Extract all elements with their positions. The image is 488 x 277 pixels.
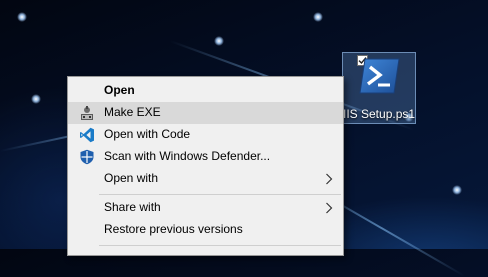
menu-item-label: Scan with Windows Defender... (104, 149, 271, 163)
menu-item-scan-defender[interactable]: Scan with Windows Defender... (68, 146, 343, 168)
make-exe-icon (81, 106, 93, 120)
menu-item-make-exe[interactable]: Make EXE (68, 102, 343, 124)
menu-item-open-with[interactable]: Open with (68, 168, 343, 190)
menu-item-share-with[interactable]: Share with (68, 197, 343, 219)
menu-item-restore-previous-versions[interactable]: Restore previous versions (68, 219, 343, 241)
menu-separator (99, 194, 341, 195)
wallpaper-glow-dot (17, 12, 27, 22)
menu-item-open-with-code[interactable]: Open with Code (68, 124, 343, 146)
powershell-file-icon (359, 58, 400, 94)
menu-item-label: Open with (104, 171, 159, 185)
menu-item-open[interactable]: Open (68, 80, 343, 102)
menu-item-label: Make EXE (104, 105, 161, 119)
chevron-right-icon (326, 173, 333, 185)
desktop-file-icon[interactable]: IIS Setup.ps1 (342, 52, 416, 124)
wallpaper-glow-dot (452, 185, 462, 195)
chevron-right-icon (326, 202, 333, 214)
menu-item-label: Open (104, 83, 135, 97)
wallpaper-glow-dot (214, 36, 224, 46)
wallpaper-glow-dot (31, 94, 41, 104)
windows-defender-icon (80, 149, 94, 165)
vscode-icon (80, 127, 94, 143)
wallpaper-glow-dot (313, 12, 323, 22)
menu-item-label: Restore previous versions (104, 222, 243, 236)
context-menu: Open Make EXE Open with Code Scan with W… (67, 76, 344, 256)
menu-item-label: Share with (104, 200, 161, 214)
menu-separator (99, 245, 341, 246)
menu-item-label: Open with Code (104, 127, 191, 141)
desktop-file-label: IIS Setup.ps1 (343, 107, 416, 121)
